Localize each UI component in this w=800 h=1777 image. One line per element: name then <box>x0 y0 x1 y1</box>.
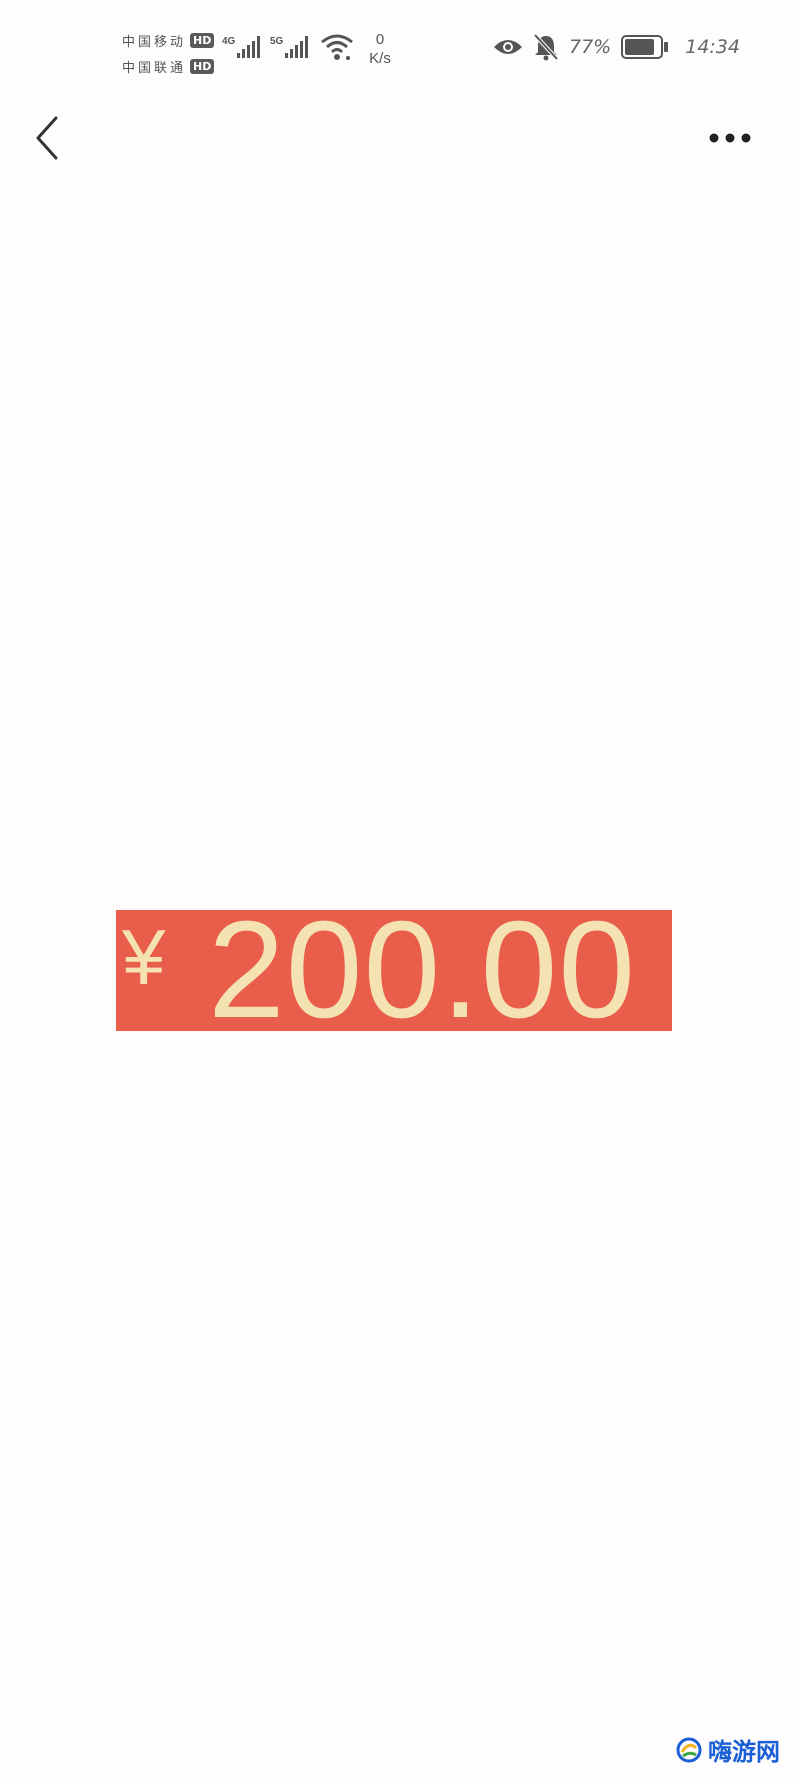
amount-banner: ¥ 200.00 <box>116 910 672 1031</box>
back-button[interactable] <box>22 110 72 166</box>
network-speed: 0 K/s <box>360 30 400 68</box>
network-speed-value: 0 <box>375 31 385 48</box>
signal-5g: 5G <box>270 36 309 58</box>
status-bar: 中国移动 HD 中国联通 HD 4G 5G 0 K/s 77% 14:34 <box>0 0 800 100</box>
status-right: 77% 14:34 <box>493 33 740 61</box>
bell-muted-icon <box>533 33 559 61</box>
wifi-icon <box>321 34 353 60</box>
screen: 中国移动 HD 中国联通 HD 4G 5G 0 K/s 77% 14:34 ¥ … <box>0 0 800 1777</box>
battery-percent: 77% <box>569 36 612 58</box>
signal-4g: 4G <box>222 36 261 58</box>
more-options-button[interactable] <box>700 118 760 158</box>
signal-icon <box>285 36 309 58</box>
amount-value: 200.00 <box>208 910 637 1031</box>
hd-badge-1: HD <box>190 32 215 48</box>
carrier-name-2: 中国联通 <box>122 60 187 76</box>
watermark: 嗨游网 <box>676 1732 780 1767</box>
carrier-info: 中国移动 HD 中国联通 HD <box>122 27 222 79</box>
network-speed-unit: K/s <box>369 50 391 67</box>
carrier-name-1: 中国移动 <box>122 34 187 50</box>
currency-symbol: ¥ <box>122 913 166 1001</box>
eye-icon <box>494 40 522 54</box>
clock: 14:34 <box>685 36 740 58</box>
hd-badge-2: HD <box>190 58 215 74</box>
network-type-4g: 4G <box>222 36 236 47</box>
signal-icon <box>237 36 261 58</box>
network-type-5g: 5G <box>270 36 284 47</box>
battery-icon <box>621 35 669 59</box>
watermark-text: 嗨游网 <box>708 1738 780 1766</box>
more-dots-icon <box>709 133 751 143</box>
carrier-row-1: 中国移动 HD <box>122 27 222 53</box>
logo-icon <box>676 1737 702 1762</box>
chevron-left-icon <box>36 116 58 160</box>
carrier-row-2: 中国联通 HD <box>122 53 222 79</box>
